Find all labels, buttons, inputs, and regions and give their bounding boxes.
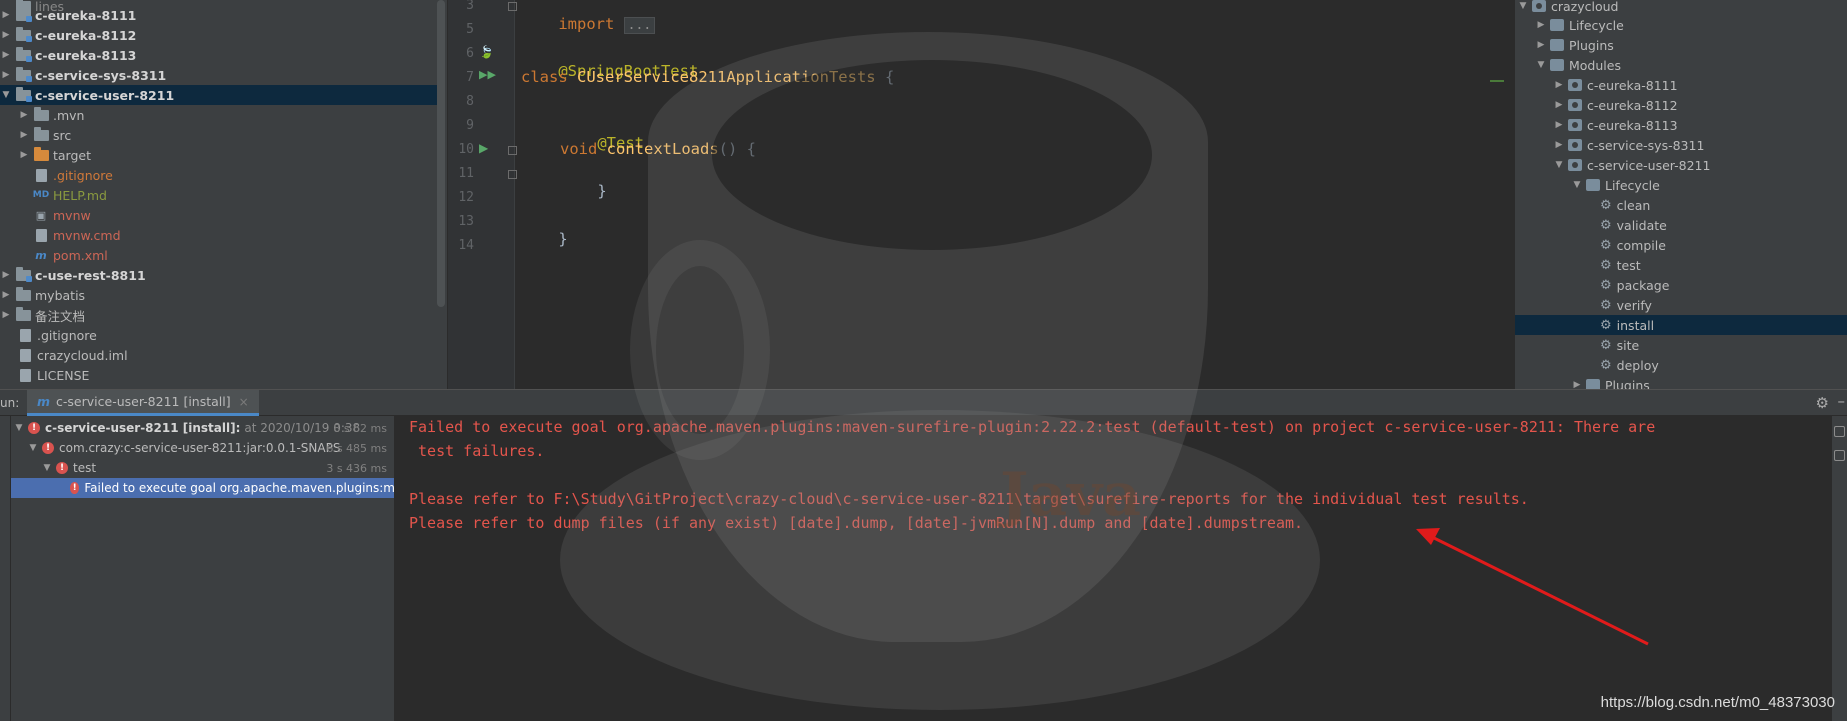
annotation-arrow bbox=[1416, 528, 1649, 646]
watermark-url: https://blog.csdn.net/m0_48373030 bbox=[1600, 694, 1835, 711]
